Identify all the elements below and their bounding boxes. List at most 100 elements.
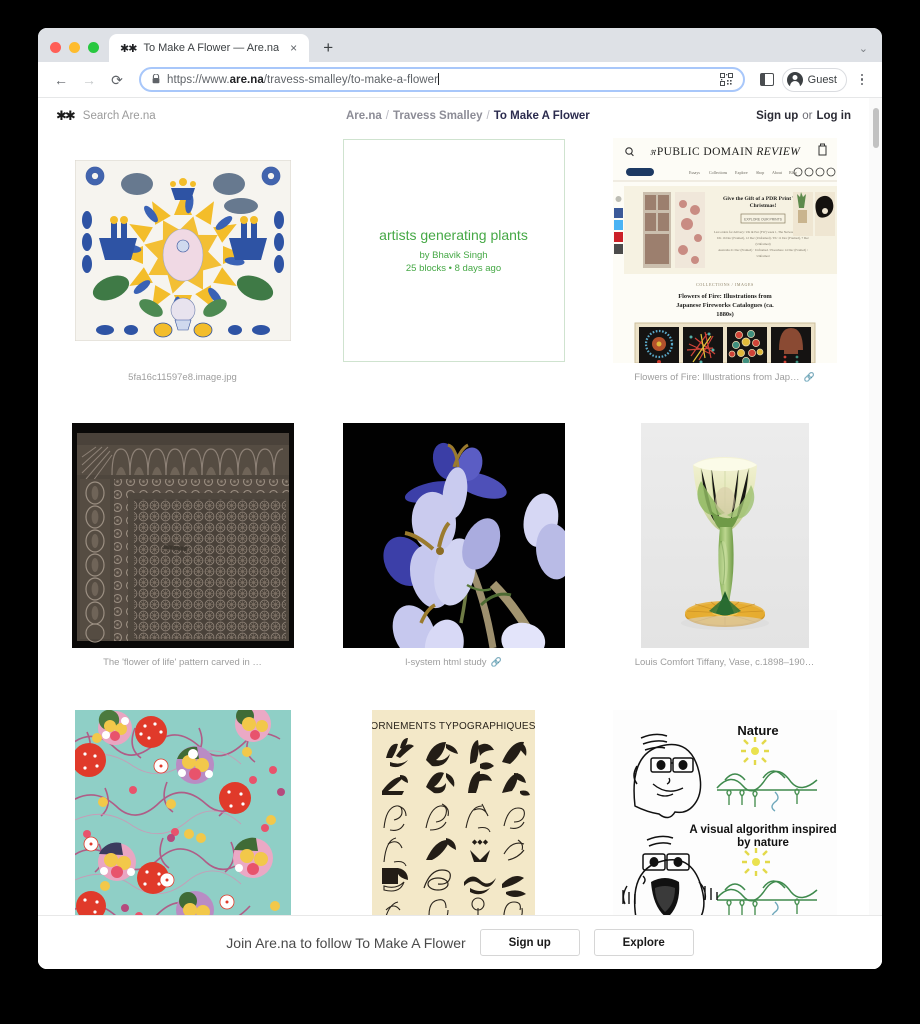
breadcrumb-separator: / [385, 110, 389, 122]
svg-text:ℜ PUBLIC DOMAIN REVIEW: ℜ PUBLIC DOMAIN REVIEW [649, 146, 801, 158]
scrollbar-thumb[interactable] [872, 108, 879, 148]
close-window-button[interactable] [50, 42, 61, 53]
block-thumbnail[interactable] [598, 423, 851, 648]
profile-button[interactable]: Guest [781, 67, 847, 92]
traffic-lights [46, 42, 109, 62]
search-input[interactable]: Search Are.na [83, 110, 156, 122]
ornements-typographiques-plate-image: ORNEMENTS TYPOGRAPHIQUES ◆◆◆ [372, 709, 535, 932]
caption-text: The 'flower of life' pattern carved in … [103, 657, 262, 668]
block-item[interactable]: 5fa16c11597e8.image.jpg [56, 138, 309, 423]
svg-text:ORNEMENTS TYPOGRAPHIQUES: ORNEMENTS TYPOGRAPHIQUES [372, 721, 535, 732]
block-caption: 5fa16c11597e8.image.jpg [128, 372, 237, 383]
block-item[interactable]: Louis Comfort Tiffany, Vase, c.1898–190… [598, 423, 851, 708]
svg-text:Blog: Blog [789, 170, 797, 175]
block-caption: l-system html study 🔗 [405, 657, 502, 668]
close-tab-icon[interactable]: × [286, 41, 301, 56]
block-thumbnail[interactable]: artists generating plants by Bhavik Sing… [327, 138, 580, 363]
channel-author: by Bhavik Singh [419, 250, 488, 261]
breadcrumb: Are.na / Travess Smalley / To Make A Flo… [346, 110, 756, 122]
block-caption: Flowers of Fire: Illustrations from Jap…… [634, 372, 814, 383]
reload-button[interactable]: ⟳ [104, 67, 130, 93]
iris-flowers-image [342, 423, 565, 648]
link-icon: 🔗 [490, 657, 502, 667]
svg-text:About: About [772, 170, 783, 175]
browser-toolbar: ← → ⟳ https://www.are.na/travess-smalley… [38, 62, 882, 98]
page-viewport: ✱✱ Search Are.na Are.na / Travess Smalle… [38, 98, 882, 969]
block-caption: Louis Comfort Tiffany, Vase, c.1898–190… [635, 657, 815, 668]
link-icon: 🔗 [803, 372, 815, 382]
caption-text: Louis Comfort Tiffany, Vase, c.1898–190… [634, 657, 815, 668]
avatar [786, 71, 803, 88]
floral-textile-image [74, 709, 291, 932]
breadcrumb-user[interactable]: Travess Smalley [393, 110, 483, 122]
address-bar[interactable]: https://www.are.na/travess-smalley/to-ma… [139, 67, 745, 92]
block-item[interactable]: ℜ PUBLIC DOMAIN REVIEW Essays Collections… [598, 138, 851, 423]
svg-text:◆◆◆: ◆◆◆ [472, 839, 489, 846]
new-tab-button[interactable]: + [315, 34, 341, 60]
svg-text:Shop: Shop [756, 170, 764, 175]
site-header: ✱✱ Search Are.na Are.na / Travess Smalle… [38, 98, 869, 124]
block-thumbnail[interactable] [56, 423, 309, 648]
caption-text: Flowers of Fire: Illustrations from Jap… [634, 372, 800, 383]
page-content: ✱✱ Search Are.na Are.na / Travess Smalle… [38, 98, 869, 969]
chevron-down-icon[interactable]: ⌄ [859, 44, 868, 55]
back-button[interactable]: ← [48, 67, 74, 93]
breadcrumb-root[interactable]: Are.na [346, 110, 382, 122]
svg-text:Flowers of Fire: Illustrations: Flowers of Fire: Illustrations from [678, 293, 772, 300]
svg-text:by nature: by nature [737, 837, 789, 849]
breadcrumb-current: To Make A Flower [493, 110, 590, 122]
shaker-gift-drawing-image [74, 160, 291, 341]
join-cta-bar: Join Are.na to follow To Make A Flower S… [38, 915, 882, 969]
svg-text:Japanese Fireworks Catalogues: Japanese Fireworks Catalogues (ca. [676, 302, 774, 309]
explore-button[interactable]: Explore [593, 929, 694, 956]
svg-text:COLLECTIONS / IMAGES: COLLECTIONS / IMAGES [696, 282, 754, 287]
arena-logo-icon: ✱✱ [120, 41, 137, 55]
block-thumbnail[interactable] [56, 708, 309, 933]
block-item[interactable]: l-system html study 🔗 [327, 423, 580, 708]
block-caption: The 'flower of life' pattern carved in … [103, 657, 262, 668]
browser-menu-icon[interactable] [852, 73, 872, 86]
arena-logo-icon[interactable]: ✱✱ [56, 110, 76, 123]
svg-text:Essays: Essays [689, 170, 700, 175]
account-actions: Sign up or Log in [756, 110, 851, 122]
svg-text:Give the Gift of a PDR Print T: Give the Gift of a PDR Print This [723, 196, 804, 202]
svg-text:Collections: Collections [709, 170, 728, 175]
browser-tab[interactable]: ✱✱ To Make A Flower — Are.na × [109, 34, 310, 62]
block-item[interactable]: The 'flower of life' pattern carved in … [56, 423, 309, 708]
channel-preview-card[interactable]: artists generating plants by Bhavik Sing… [342, 139, 565, 362]
login-link[interactable]: Log in [817, 110, 852, 122]
svg-text:Explore: Explore [735, 170, 748, 175]
cta-text: Join Are.na to follow To Make A Flower [226, 934, 466, 951]
url-text[interactable]: https://www.are.na/travess-smalley/to-ma… [167, 73, 712, 86]
browser-window: ✱✱ To Make A Flower — Are.na × + ⌄ ← → ⟳… [38, 28, 882, 969]
qr-code-icon[interactable] [719, 73, 735, 87]
block-thumbnail[interactable]: ℜ PUBLIC DOMAIN REVIEW Essays Collections… [598, 138, 851, 363]
block-thumbnail[interactable] [327, 423, 580, 648]
side-panel-icon[interactable] [759, 73, 774, 86]
caption-text: l-system html study [405, 657, 487, 668]
public-domain-review-screenshot-image: ℜ PUBLIC DOMAIN REVIEW Essays Collections… [612, 138, 837, 363]
svg-text:(Unframed): (Unframed) [755, 242, 770, 246]
tab-strip: ✱✱ To Make A Flower — Are.na × + ⌄ [38, 28, 882, 62]
svg-text:Australia 21 Dec (Framed) · Un: Australia 21 Dec (Framed) · Unframed / E… [718, 248, 808, 252]
nature-algorithm-meme-image: Nature A visual algorithm inspired by na… [612, 709, 837, 932]
flower-of-life-carving-image [71, 423, 294, 648]
minimize-window-button[interactable] [69, 42, 80, 53]
block-item[interactable]: artists generating plants by Bhavik Sing… [327, 138, 580, 423]
page-scrollbar[interactable] [869, 98, 882, 969]
block-thumbnail[interactable] [56, 138, 309, 363]
svg-text:Nature: Nature [737, 723, 778, 738]
svg-text:Unframed: Unframed [756, 254, 769, 258]
search-area[interactable]: ✱✱ Search Are.na [56, 110, 346, 123]
forward-button[interactable]: → [76, 67, 102, 93]
svg-text:Christmas!: Christmas! [749, 203, 776, 209]
block-thumbnail[interactable]: Nature A visual algorithm inspired by na… [598, 708, 851, 933]
or-label: or [802, 110, 813, 122]
lock-icon [152, 73, 160, 86]
svg-text:EXPLORE OUR PRINTS: EXPLORE OUR PRINTS [744, 218, 783, 222]
zoom-window-button[interactable] [88, 42, 99, 53]
channel-meta: 25 blocks • 8 days ago [405, 263, 502, 274]
block-thumbnail[interactable]: ORNEMENTS TYPOGRAPHIQUES ◆◆◆ [327, 708, 580, 933]
signup-button[interactable]: Sign up [479, 929, 580, 956]
signup-link[interactable]: Sign up [756, 110, 798, 122]
